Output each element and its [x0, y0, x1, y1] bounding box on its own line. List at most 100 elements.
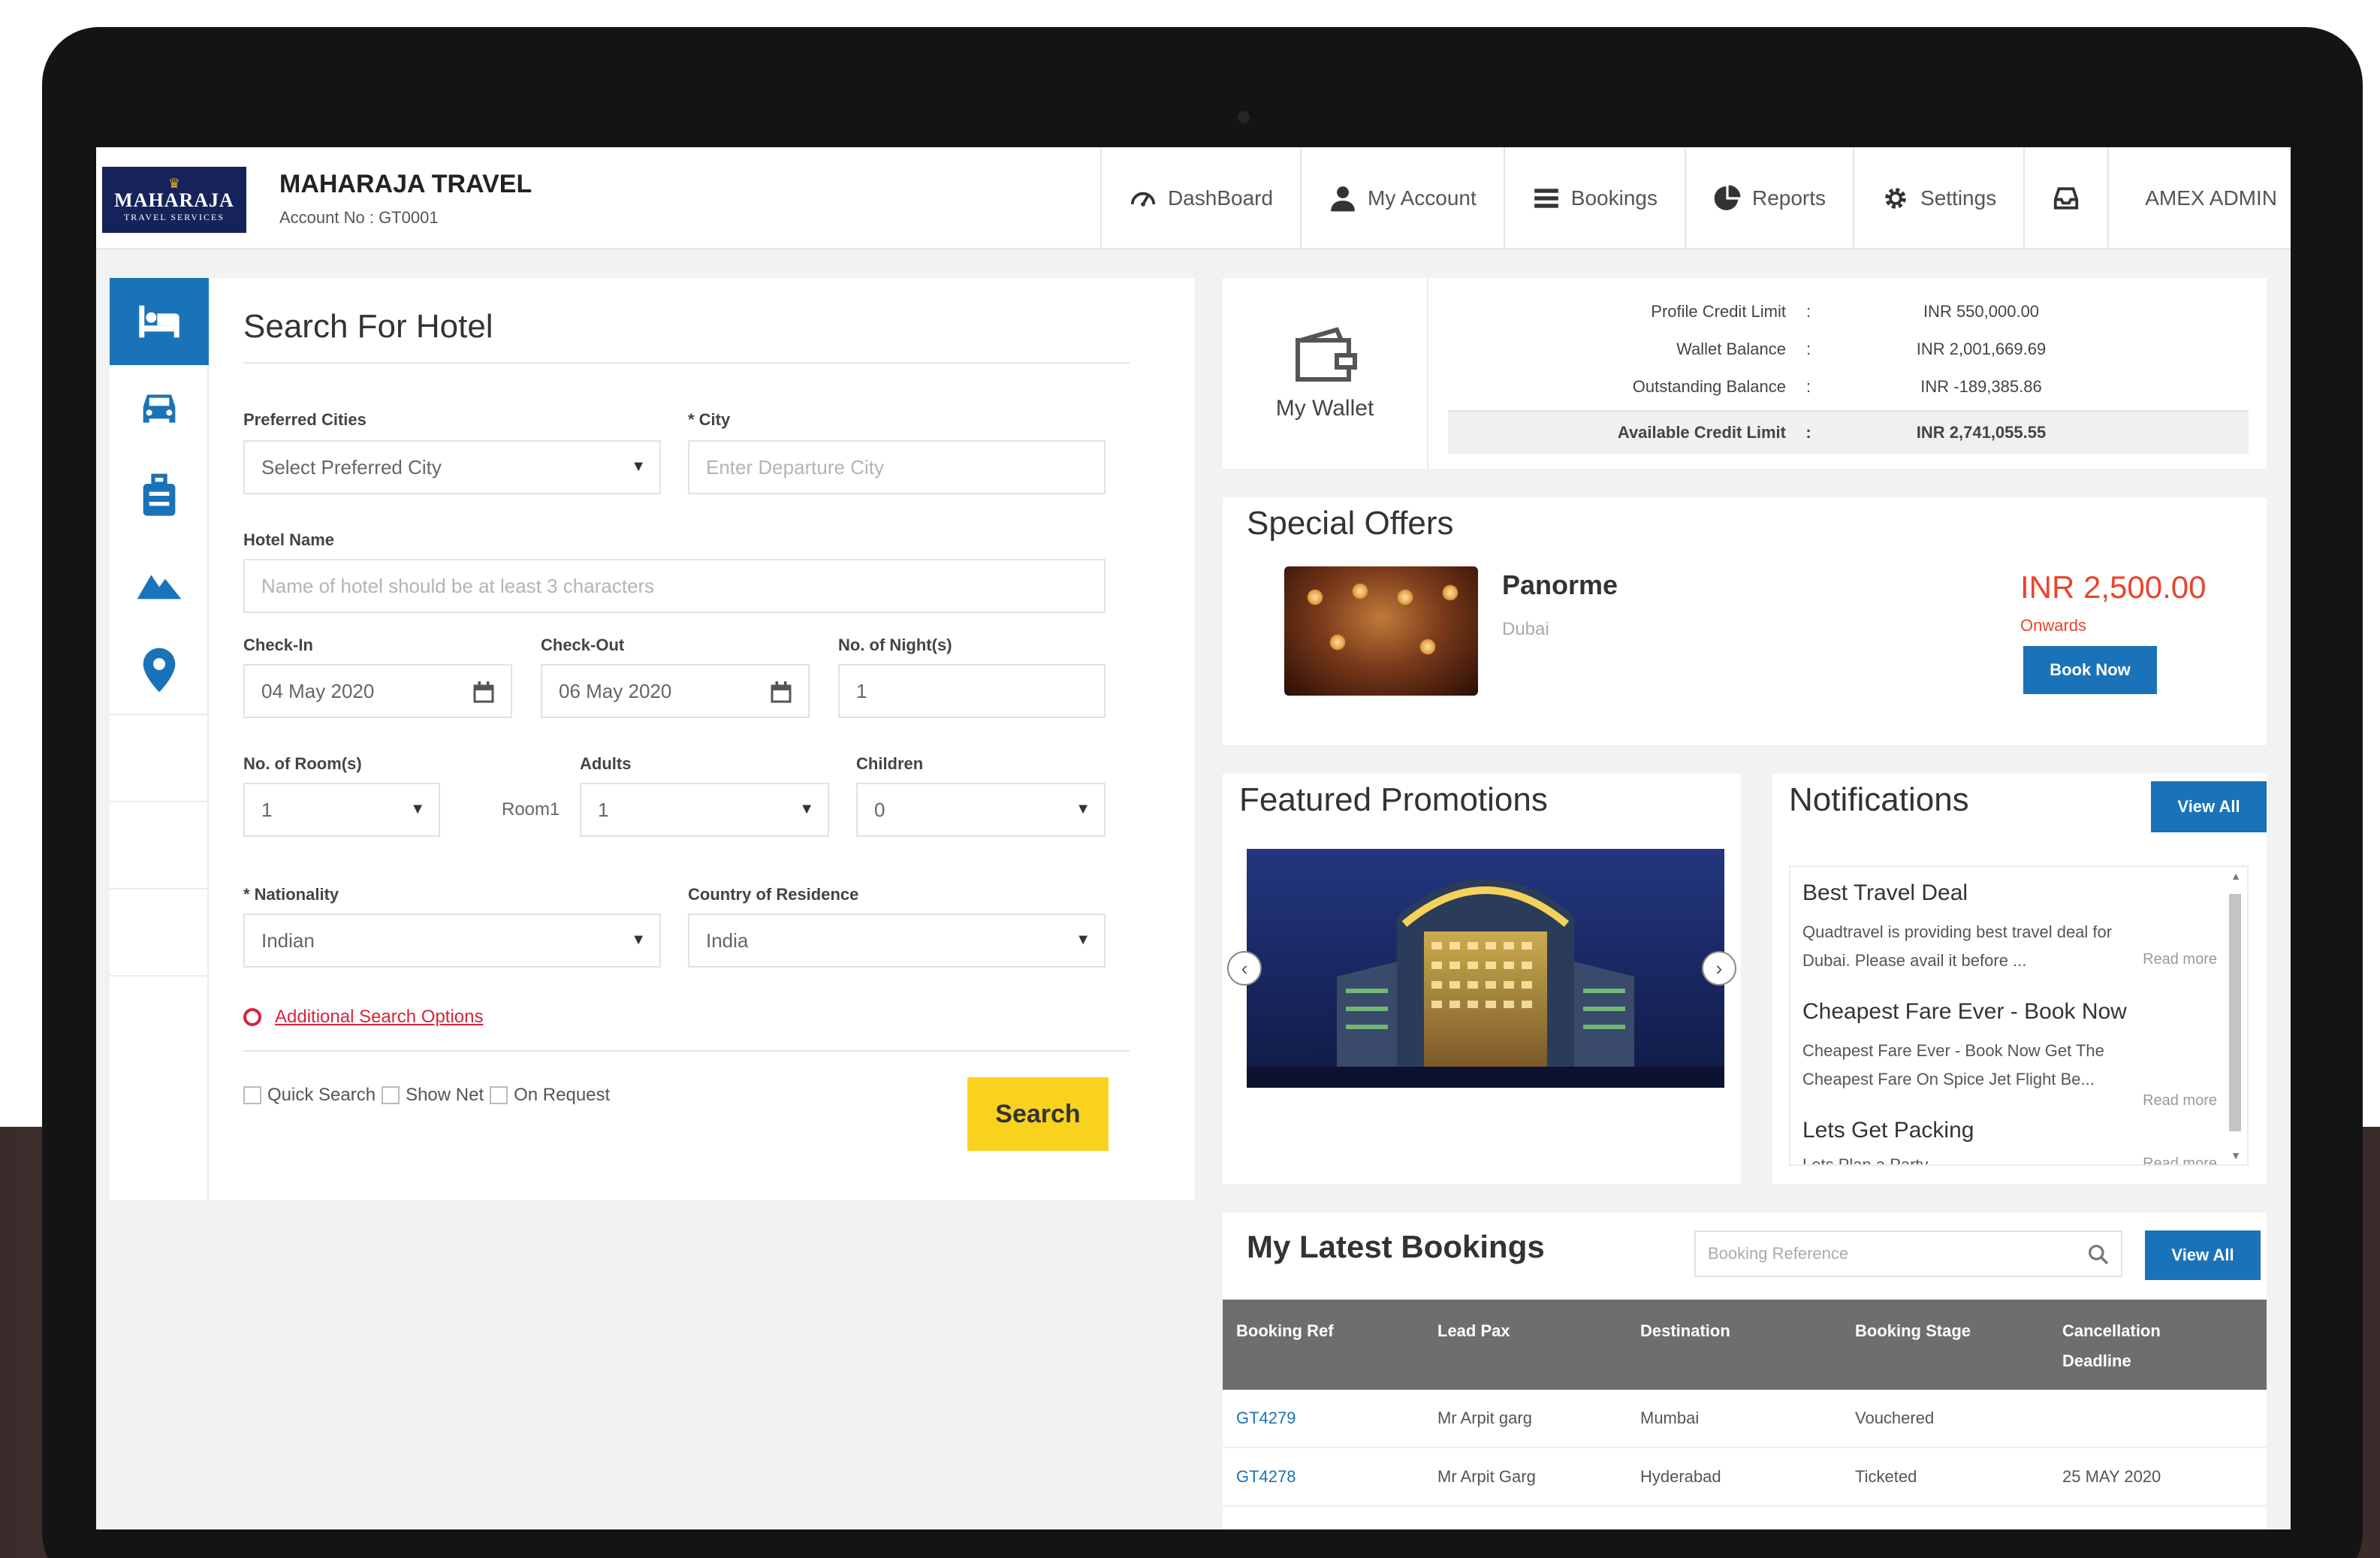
- preferred-city-value: Select Preferred City: [261, 455, 442, 479]
- on-request-checkbox[interactable]: [490, 1086, 508, 1104]
- table-row[interactable]: GT4278 Mr Arpit Garg Hyderabad Ticketed …: [1223, 1448, 2267, 1507]
- booking-ref-link[interactable]: GT4278: [1223, 1467, 1424, 1487]
- scroll-up-arrow[interactable]: ▲: [2231, 870, 2241, 882]
- search-button[interactable]: Search: [967, 1077, 1109, 1151]
- column-header: Booking Stage: [1855, 1321, 1971, 1340]
- calendar-icon[interactable]: [768, 679, 795, 706]
- notifications-card: Notifications View All Best Travel Deal …: [1772, 774, 2267, 1184]
- promotion-image[interactable]: [1247, 849, 1724, 1088]
- column-header: Booking Ref: [1236, 1321, 1334, 1340]
- sidebar-item-holiday[interactable]: [110, 452, 209, 539]
- rooms-select[interactable]: 1 ▼: [243, 783, 440, 837]
- room-number-label: Room1: [502, 799, 560, 820]
- sidebar-item-activities[interactable]: [110, 539, 209, 627]
- wallet-key: Available Credit Limit: [1617, 423, 1786, 442]
- carousel-prev-button[interactable]: ‹: [1227, 951, 1262, 986]
- sidebar-divider: [110, 801, 209, 888]
- offer-image[interactable]: [1284, 566, 1478, 696]
- calendar-icon[interactable]: [470, 679, 497, 706]
- chevron-down-icon: ▼: [1075, 931, 1090, 948]
- checkout-label: Check-Out: [541, 636, 625, 654]
- additional-options-link[interactable]: Additional Search Options: [275, 1007, 484, 1028]
- wallet-separator: :: [1805, 340, 1811, 358]
- nationality-label: * Nationality: [243, 885, 339, 904]
- menu-icon: [1534, 189, 1558, 208]
- preferred-city-select[interactable]: Select Preferred City ▼: [243, 440, 661, 494]
- nav-my-account[interactable]: My Account: [1300, 147, 1504, 249]
- table-cell: Mr Arpit Garg: [1437, 1467, 1536, 1486]
- app-screen: ♛ MAHARAJA TRAVEL SERVICES MAHARAJA TRAV…: [96, 147, 2291, 1529]
- nav-bookings[interactable]: Bookings: [1503, 147, 1685, 249]
- additional-options-toggle[interactable]: Additional Search Options: [243, 1007, 484, 1028]
- checkin-value: 04 May 2020: [261, 679, 375, 702]
- notification-title[interactable]: Cheapest Fare Ever - Book Now: [1802, 999, 2127, 1025]
- wallet-row-highlight: Available Credit Limit: INR 2,741,055.55: [1448, 410, 2249, 454]
- book-now-button[interactable]: Book Now: [2023, 646, 2157, 694]
- product-sidebar: [110, 278, 209, 1200]
- city-label: * City: [688, 410, 731, 429]
- nationality-select[interactable]: Indian ▼: [243, 913, 661, 968]
- featured-promotions-title: Featured Promotions: [1239, 781, 1548, 818]
- nav-dashboard[interactable]: DashBoard: [1100, 147, 1300, 249]
- brand-logo[interactable]: ♛ MAHARAJA TRAVEL SERVICES: [102, 167, 246, 233]
- sidebar-item-car[interactable]: [110, 365, 209, 452]
- my-wallet-link[interactable]: My Wallet: [1223, 278, 1428, 469]
- offer-hotel-name[interactable]: Panorme: [1502, 569, 1618, 601]
- dashboard-icon: [1130, 192, 1156, 207]
- checkout-date-input[interactable]: 06 May 2020: [541, 664, 810, 718]
- sidebar-item-hotel[interactable]: [110, 278, 209, 365]
- read-more-link[interactable]: Read more: [2143, 1155, 2217, 1164]
- notification-text: Quadtravel is providing best travel deal…: [1802, 922, 2113, 941]
- image-detail: [1352, 583, 1368, 599]
- brand-name: MAHARAJA TRAVEL: [279, 170, 532, 198]
- image-detail: [1419, 639, 1436, 655]
- search-icon[interactable]: [2086, 1242, 2110, 1267]
- nav-settings[interactable]: Settings: [1853, 147, 2023, 249]
- wallet-value: INR -189,385.86: [1920, 377, 2042, 396]
- wallet-key: Outstanding Balance: [1632, 377, 1786, 396]
- preferred-cities-label: Preferred Cities: [243, 410, 367, 429]
- nav-reports-label: Reports: [1751, 186, 1826, 210]
- carousel-next-button[interactable]: ›: [1702, 951, 1736, 986]
- scroll-down-arrow[interactable]: ▼: [2231, 1149, 2241, 1161]
- nav-inbox[interactable]: [2023, 147, 2107, 249]
- children-select[interactable]: 0 ▼: [856, 783, 1106, 837]
- nav-user-menu[interactable]: AMEX ADMIN: [2107, 147, 2291, 249]
- wallet-separator: :: [1805, 377, 1811, 396]
- notifications-view-all-button[interactable]: View All: [2151, 781, 2267, 832]
- checkin-date-input[interactable]: 04 May 2020: [243, 664, 512, 718]
- show-net-checkbox[interactable]: [382, 1086, 400, 1104]
- sidebar-divider: [110, 888, 209, 975]
- image-detail: [1329, 634, 1346, 651]
- scrollbar-thumb[interactable]: [2229, 894, 2241, 1131]
- featured-promotions-card: Featured Promotions ‹ ›: [1223, 774, 1741, 1184]
- hotel-name-label: Hotel Name: [243, 530, 335, 549]
- hotel-name-input[interactable]: Name of hotel should be at least 3 chara…: [243, 559, 1106, 613]
- sidebar-item-location[interactable]: [110, 627, 209, 714]
- crown-icon: ♛: [167, 175, 181, 191]
- offer-price: INR 2,500.00: [2020, 569, 2207, 605]
- checkout-value: 06 May 2020: [559, 679, 672, 702]
- table-cell: Mumbai: [1640, 1409, 1700, 1427]
- brand-block: MAHARAJA TRAVEL Account No : GT0001: [279, 170, 532, 228]
- table-row[interactable]: GT4279 Mr Arpit garg Mumbai Vouchered: [1223, 1390, 2267, 1448]
- quick-search-checkbox[interactable]: [243, 1086, 261, 1104]
- wallet-row: Outstanding Balance: INR -189,385.86: [1448, 368, 2249, 406]
- read-more-link[interactable]: Read more: [2143, 951, 2217, 968]
- notification-title[interactable]: Best Travel Deal: [1802, 880, 1968, 906]
- wallet-row: Wallet Balance: INR 2,001,669.69: [1448, 331, 2249, 368]
- bookings-view-all-button[interactable]: View All: [2145, 1230, 2261, 1280]
- booking-reference-search[interactable]: Booking Reference: [1694, 1230, 2122, 1277]
- residence-select[interactable]: India ▼: [688, 913, 1106, 968]
- city-input[interactable]: Enter Departure City: [688, 440, 1106, 494]
- nights-input[interactable]: 1: [838, 664, 1106, 718]
- booking-ref-link[interactable]: GT4279: [1223, 1409, 1424, 1428]
- notification-title[interactable]: Lets Get Packing: [1802, 1118, 1974, 1143]
- wallet-separator: :: [1805, 423, 1811, 442]
- title-divider: [243, 362, 1130, 364]
- mountains-icon: [137, 575, 182, 599]
- nav-reports[interactable]: Reports: [1684, 147, 1853, 249]
- read-more-link[interactable]: Read more: [2143, 1092, 2217, 1110]
- adults-select[interactable]: 1 ▼: [580, 783, 829, 837]
- user-icon: [1331, 186, 1355, 212]
